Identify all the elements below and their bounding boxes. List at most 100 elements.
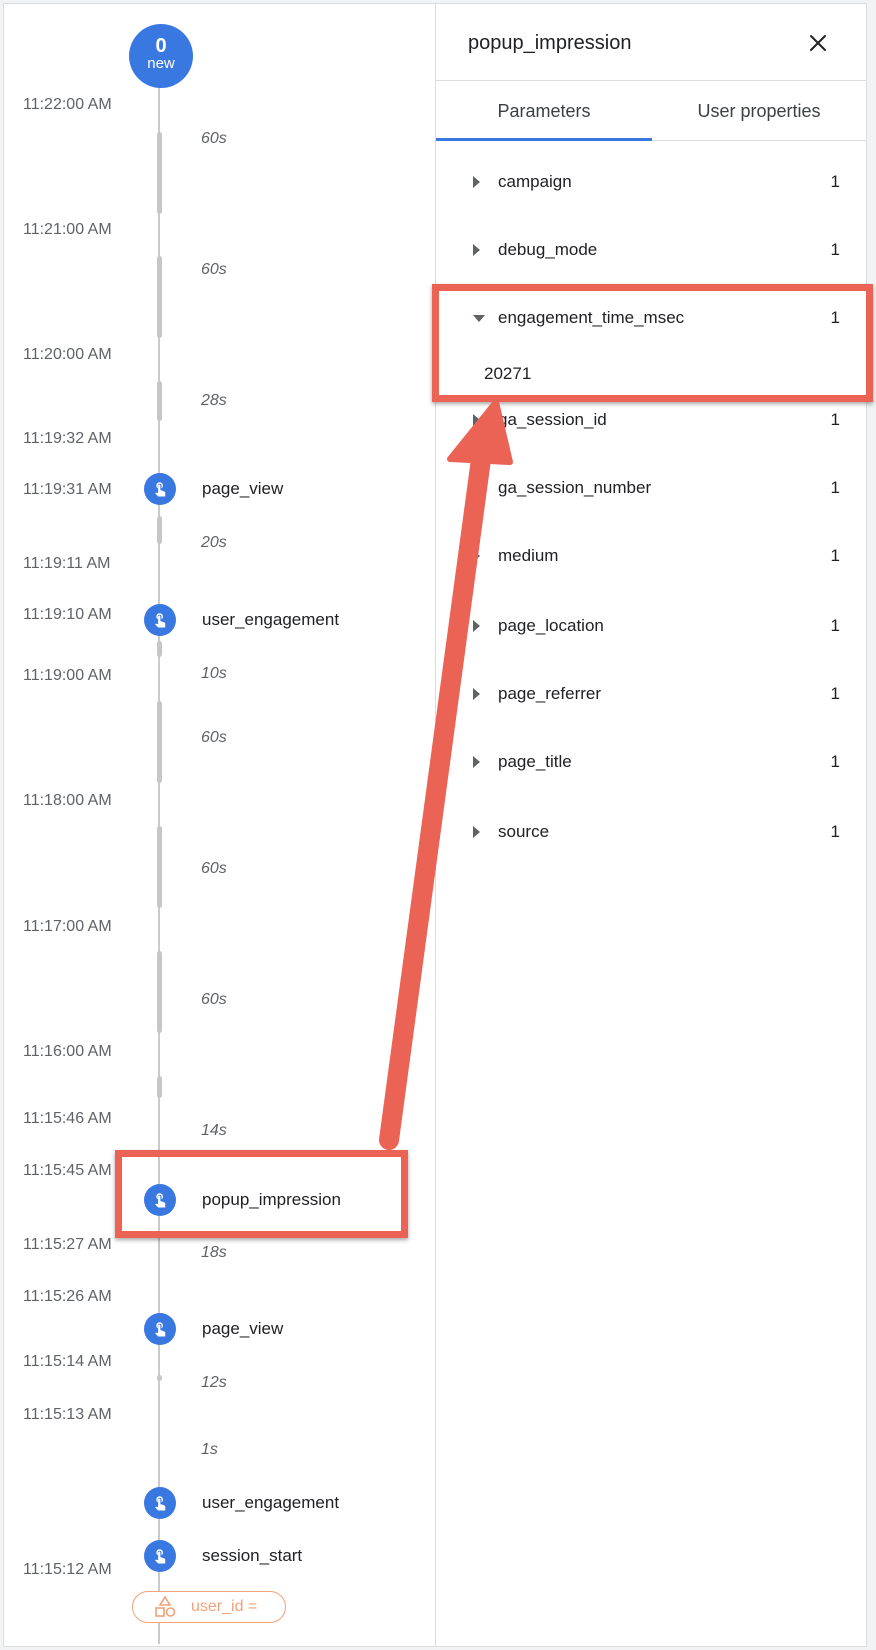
tab-parameters[interactable]: Parameters (436, 81, 652, 141)
param-count: 1 (830, 478, 840, 497)
param-name: engagement_time_msec (498, 308, 685, 327)
event-timeline: 0 new 11:22:00 AM 11:21:00 AM 11:20:00 A… (4, 4, 436, 1646)
time-label: 11:19:11 AM (23, 555, 111, 572)
event-user-engagement[interactable]: user_engagement (144, 1487, 339, 1519)
param-name: page_referrer (498, 684, 602, 703)
event-name: popup_impression (202, 1190, 341, 1209)
event-name: page_view (202, 479, 284, 498)
time-label: 11:18:00 AM (23, 792, 112, 809)
param-count: 1 (830, 822, 840, 841)
new-events-badge[interactable]: 0 new (129, 24, 193, 88)
event-details-panel: popup_impression Parameters User propert… (436, 4, 866, 1646)
new-count: 0 (155, 35, 167, 57)
param-row-debug-mode[interactable]: debug_mode 1 (436, 230, 866, 270)
param-row-ga-session-id[interactable]: ga_session_id 1 (436, 400, 866, 440)
param-name: debug_mode (498, 240, 598, 259)
param-row-engagement-time-msec[interactable]: engagement_time_msec 1 (436, 298, 866, 338)
event-session-start[interactable]: session_start (144, 1540, 302, 1572)
triangle-right-icon (473, 244, 480, 256)
triangle-right-icon (473, 620, 480, 632)
time-label: 11:22:00 AM (23, 96, 112, 113)
param-name: page_title (498, 752, 572, 771)
param-row-medium[interactable]: medium 1 (436, 536, 866, 576)
param-row-page-title[interactable]: page_title 1 (436, 742, 866, 782)
duration-label: 12s (201, 1374, 227, 1391)
new-label: new (147, 55, 175, 72)
duration-segment (157, 132, 162, 214)
duration-label: 60s (201, 261, 227, 278)
param-count: 1 (830, 546, 840, 565)
duration-label: 60s (201, 860, 227, 877)
param-count: 1 (830, 616, 840, 635)
param-count: 1 (830, 308, 840, 327)
param-count: 1 (830, 172, 840, 191)
touch-hand-icon (144, 1313, 176, 1345)
event-name: session_start (202, 1546, 303, 1565)
param-row-page-referrer[interactable]: page_referrer 1 (436, 674, 866, 714)
triangle-right-icon (473, 688, 480, 700)
duration-segment (157, 1076, 162, 1098)
duration-label: 18s (201, 1244, 227, 1261)
time-label: 11:21:00 AM (23, 221, 112, 238)
time-label: 11:19:00 AM (23, 667, 112, 684)
time-label: 11:17:00 AM (23, 918, 112, 935)
event-user-engagement[interactable]: user_engagement (144, 604, 339, 636)
param-value: 20271 (484, 364, 532, 383)
triangle-right-icon (473, 550, 480, 562)
time-label: 11:16:00 AM (23, 1043, 112, 1060)
param-name: ga_session_number (498, 478, 652, 497)
duration-segment (157, 1375, 162, 1381)
triangle-right-icon (473, 176, 480, 188)
triangle-right-icon (473, 482, 480, 494)
close-icon (810, 35, 826, 51)
triangle-down-icon (473, 314, 485, 322)
touch-hand-icon (144, 1540, 176, 1572)
param-count: 1 (830, 410, 840, 429)
duration-segment (157, 516, 162, 544)
user-property-pill[interactable]: user_id = (132, 1591, 286, 1623)
tab-user-properties[interactable]: User properties (652, 81, 866, 141)
duration-label: 28s (201, 392, 227, 409)
close-button[interactable] (803, 28, 833, 58)
event-name: user_engagement (202, 1493, 340, 1512)
param-row-page-location[interactable]: page_location 1 (436, 606, 866, 646)
duration-label: 60s (201, 729, 227, 746)
duration-segment (157, 256, 162, 338)
event-name: user_engagement (202, 610, 340, 629)
panel-title: popup_impression (468, 32, 632, 54)
duration-label: 60s (201, 991, 227, 1008)
param-row-campaign[interactable]: campaign 1 (436, 162, 866, 202)
event-page-view[interactable]: page_view (144, 1313, 283, 1345)
param-name: medium (498, 546, 559, 565)
time-label: 11:19:31 AM (23, 481, 112, 498)
param-count: 1 (830, 240, 840, 259)
event-page-view[interactable]: page_view (144, 473, 283, 505)
param-row-source[interactable]: source 1 (436, 812, 866, 852)
debug-view-frame: 0 new 11:22:00 AM 11:21:00 AM 11:20:00 A… (3, 3, 873, 1647)
time-label: 11:15:13 AM (23, 1406, 112, 1423)
time-label: 11:19:32 AM (23, 430, 112, 447)
time-label: 11:15:27 AM (23, 1236, 112, 1253)
param-row-ga-session-number[interactable]: ga_session_number 1 (436, 468, 866, 508)
duration-segment (157, 826, 162, 908)
shapes-icon (155, 1595, 176, 1617)
duration-segment (157, 641, 162, 657)
triangle-right-icon (473, 826, 480, 838)
time-label: 11:15:26 AM (23, 1288, 112, 1305)
duration-label: 10s (201, 665, 227, 682)
time-label: 11:20:00 AM (23, 346, 112, 363)
active-tab-indicator (436, 138, 652, 141)
duration-label: 20s (201, 534, 227, 551)
param-name: source (498, 822, 550, 841)
triangle-right-icon (473, 756, 480, 768)
event-popup-impression[interactable]: popup_impression (144, 1184, 341, 1216)
touch-hand-icon (144, 473, 176, 505)
time-label: 11:19:10 AM (23, 606, 112, 623)
duration-label: 14s (201, 1122, 227, 1139)
user-property-label: user_id = (191, 1598, 258, 1615)
param-count: 1 (830, 752, 840, 771)
duration-label: 60s (201, 130, 227, 147)
time-label: 11:15:45 AM (23, 1162, 112, 1179)
duration-segment (157, 951, 162, 1033)
duration-segment (157, 701, 162, 783)
